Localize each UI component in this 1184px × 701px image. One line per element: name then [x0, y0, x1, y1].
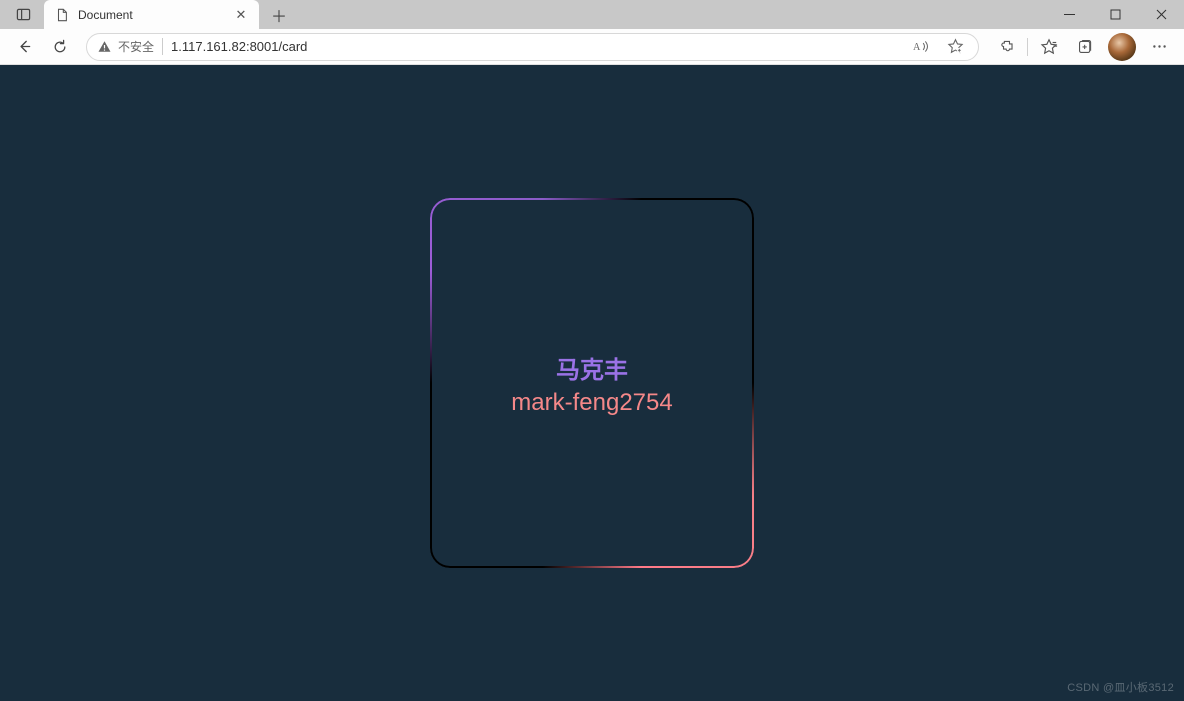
extensions-button[interactable] [989, 31, 1023, 63]
favorite-button[interactable] [942, 31, 968, 63]
page-icon [54, 7, 70, 23]
card-name: 马克丰 [556, 350, 628, 385]
security-indicator[interactable]: 不安全 [97, 38, 163, 55]
maximize-button[interactable] [1092, 0, 1138, 29]
refresh-button[interactable] [44, 31, 76, 63]
tab-title: Document [78, 8, 225, 22]
security-label: 不安全 [118, 38, 154, 55]
profile-card: 马克丰 mark-feng2754 [430, 198, 754, 568]
warning-icon [97, 39, 112, 54]
profile-avatar[interactable] [1108, 33, 1136, 61]
address-bar[interactable]: 不安全 1.117.161.82:8001/card A [86, 33, 979, 61]
favorites-button[interactable] [1032, 31, 1066, 63]
titlebar: Document ✕ ＋ [0, 0, 1184, 29]
url-text: 1.117.161.82:8001/card [171, 39, 900, 54]
browser-tab[interactable]: Document ✕ [44, 0, 259, 29]
tab-strip: Document ✕ ＋ [0, 0, 293, 29]
watermark: CSDN @皿小板3512 [1067, 679, 1174, 695]
read-aloud-button[interactable]: A [908, 31, 934, 63]
toolbar: 不安全 1.117.161.82:8001/card A [0, 29, 1184, 65]
card-handle: mark-feng2754 [511, 389, 672, 417]
tab-actions-button[interactable] [6, 0, 40, 29]
page-viewport: 马克丰 mark-feng2754 CSDN @皿小板3512 [0, 65, 1184, 701]
back-button[interactable] [8, 31, 40, 63]
minimize-button[interactable] [1046, 0, 1092, 29]
toolbar-actions [989, 31, 1176, 63]
separator [1027, 38, 1028, 56]
window-controls [1046, 0, 1184, 29]
close-window-button[interactable] [1138, 0, 1184, 29]
collections-button[interactable] [1068, 31, 1102, 63]
close-tab-button[interactable]: ✕ [233, 7, 249, 23]
new-tab-button[interactable]: ＋ [265, 1, 293, 29]
more-button[interactable] [1142, 31, 1176, 63]
svg-text:A: A [913, 42, 921, 53]
